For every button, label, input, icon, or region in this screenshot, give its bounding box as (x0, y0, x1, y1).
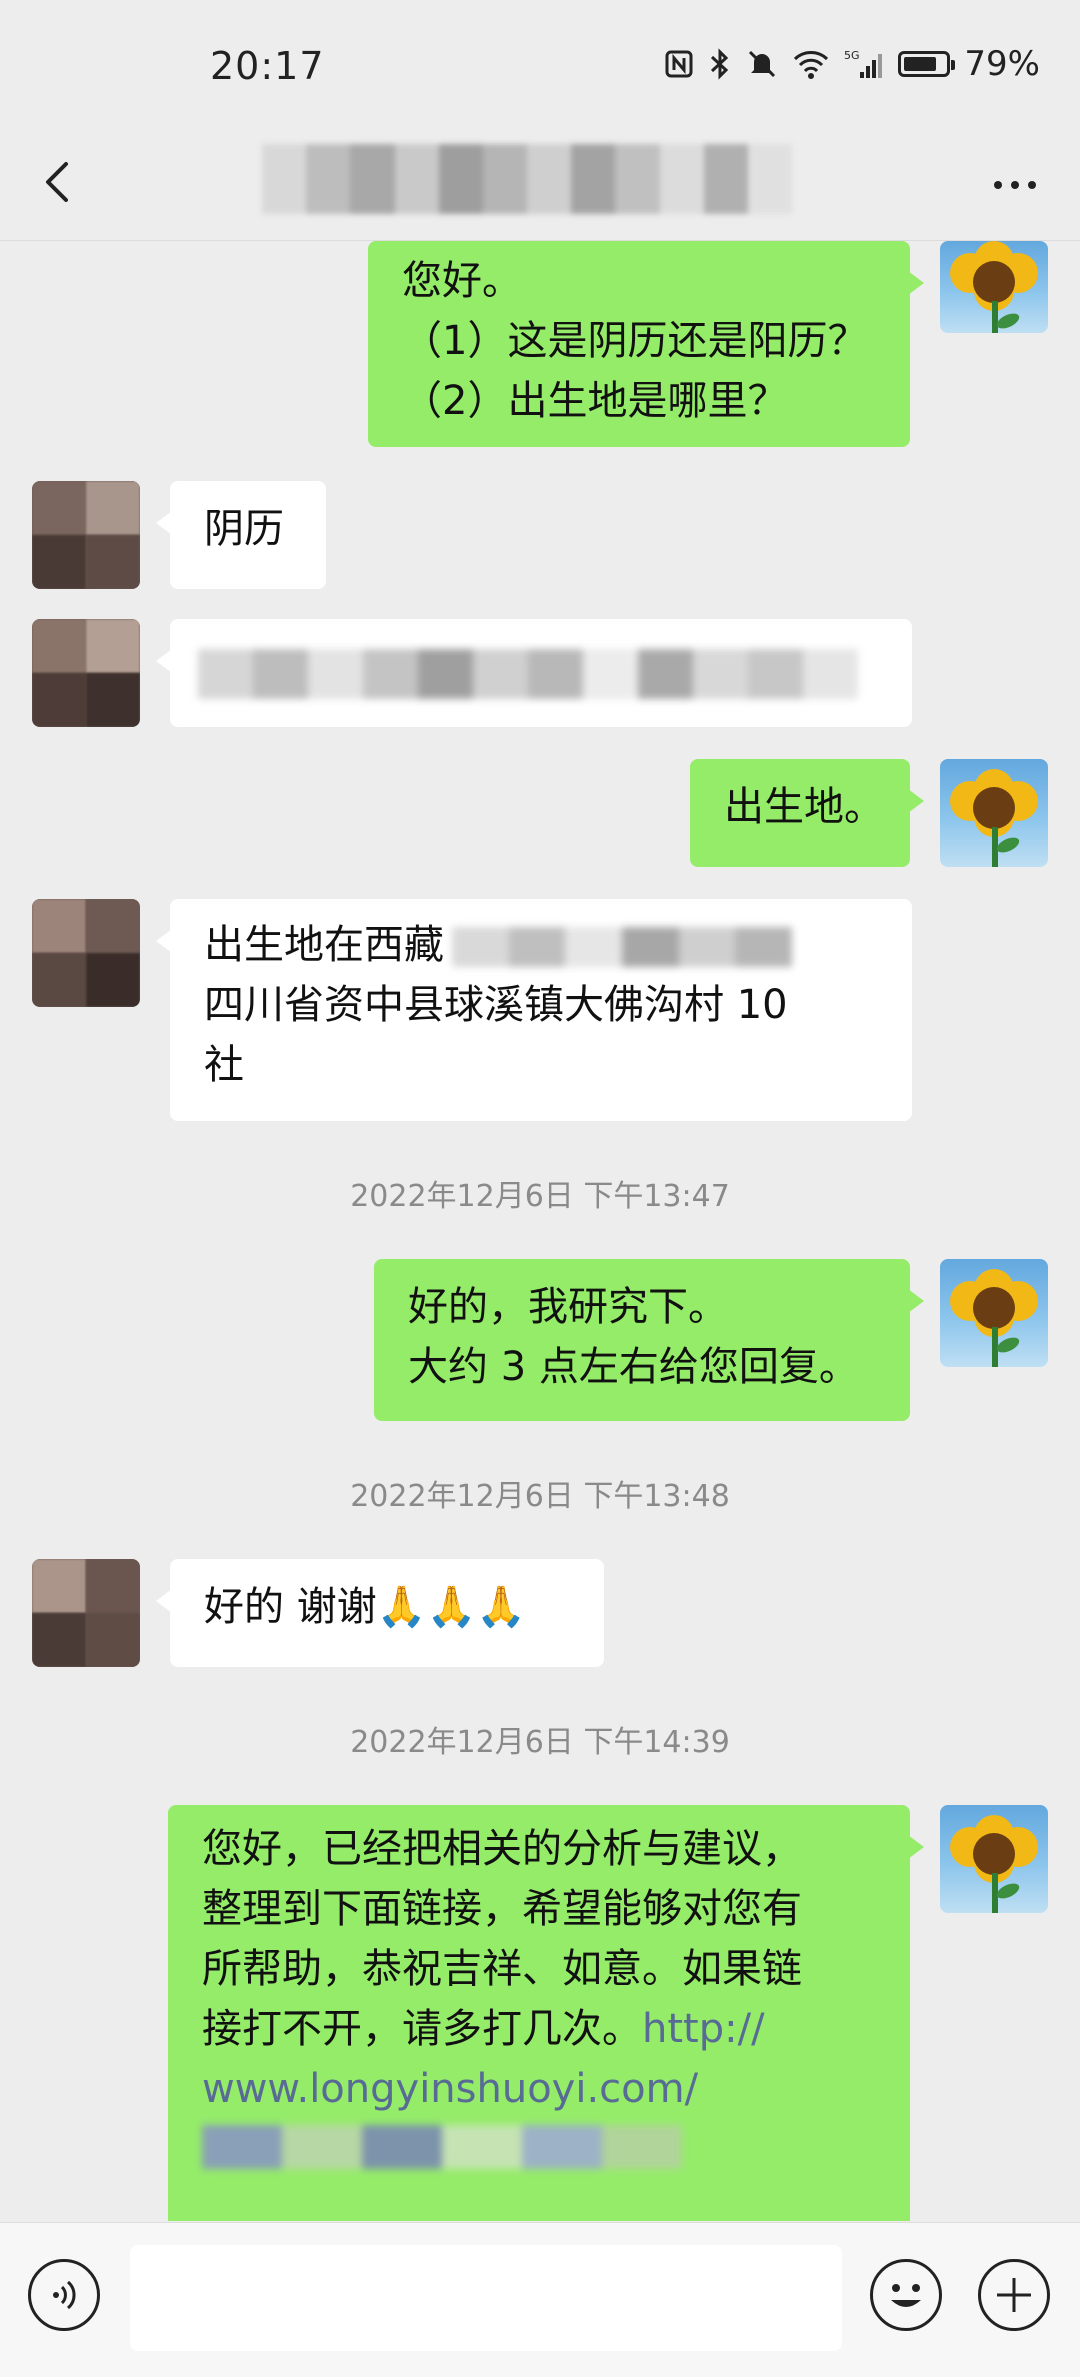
message-text: 整理到下面链接，希望能够对您有 (202, 1886, 802, 1932)
message-bubble-received[interactable]: 阴历 (156, 481, 326, 589)
message-text: 四川省资中县球溪镇大佛沟村 10 (204, 982, 788, 1028)
message-text: 出生地。 (724, 784, 884, 830)
more-button[interactable] (980, 155, 1050, 215)
redacted-text (452, 927, 793, 967)
emoji-icon (891, 2284, 921, 2307)
status-time: 20:17 (210, 44, 325, 88)
emoji-button[interactable] (870, 2259, 942, 2331)
redacted-text (198, 649, 858, 699)
contact-avatar[interactable] (32, 619, 140, 727)
plus-icon (997, 2278, 1031, 2312)
message-text: 您好。 (402, 258, 522, 304)
battery-percent: 79% (964, 44, 1040, 84)
message-text: 接打不开，请多打几次。http:// (202, 2006, 765, 2052)
message-text: 好的，我研究下。 (408, 1284, 728, 1330)
timestamp: 2022年12月6日 下午13:48 (350, 1479, 730, 1514)
redacted-link-text (202, 2125, 682, 2169)
message-bubble-sent[interactable]: 您好。 （1）这是阴历还是阳历？ （2）出生地是哪里？ (368, 241, 924, 447)
my-avatar[interactable] (940, 241, 1048, 333)
my-avatar[interactable] (940, 1259, 1048, 1367)
message-text: 大约 3 点左右给您回复。 (408, 1344, 859, 1390)
battery-icon (898, 51, 956, 77)
mute-icon (746, 48, 778, 80)
message-text: （1）这是阴历还是阳历？ (402, 318, 868, 364)
message-text: 阴历 (204, 506, 284, 552)
chat-title-redacted (262, 144, 793, 214)
message-text: 社 (204, 1042, 244, 1088)
svg-text:5G: 5G (844, 49, 860, 62)
plus-button[interactable] (978, 2259, 1050, 2331)
voice-button[interactable] (28, 2259, 100, 2331)
message-bubble-received-redacted[interactable] (156, 619, 912, 727)
message-text: 所帮助，恭祝吉祥、如意。如果链 (202, 1946, 802, 1992)
wifi-icon (792, 49, 830, 79)
message-bubble-received[interactable]: 出生地在西藏 四川省资中县球溪镇大佛沟村 10 社 (156, 899, 912, 1121)
timestamp: 2022年12月6日 下午14:39 (350, 1725, 730, 1760)
message-text: 您好，已经把相关的分析与建议， (202, 1826, 802, 1872)
my-avatar[interactable] (940, 1805, 1048, 1913)
message-text: 出生地在西藏 (204, 915, 878, 975)
contact-avatar[interactable] (32, 899, 140, 1007)
nfc-icon (664, 49, 694, 79)
message-text: 好的 谢谢🙏🙏🙏 (204, 1584, 527, 1630)
message-link[interactable]: http:// (642, 2006, 765, 2052)
bluetooth-icon (708, 48, 732, 80)
message-list[interactable]: 您好。 （1）这是阴历还是阳历？ （2）出生地是哪里？ 阴历 出生地。 出生地在… (0, 241, 1080, 2221)
message-bubble-sent[interactable]: 您好，已经把相关的分析与建议， 整理到下面链接，希望能够对您有 所帮助，恭祝吉祥… (168, 1805, 924, 2221)
chat-header (0, 130, 1080, 241)
chevron-left-icon (46, 162, 68, 202)
message-text: （2）出生地是哪里？ (402, 378, 788, 424)
message-bubble-received[interactable]: 好的 谢谢🙏🙏🙏 (156, 1559, 604, 1667)
input-bar (0, 2222, 1080, 2377)
voice-icon (53, 2280, 76, 2310)
message-link[interactable]: www.longyinshuoyi.com/ (202, 2059, 876, 2119)
contact-avatar[interactable] (32, 1559, 140, 1667)
message-bubble-sent[interactable]: 好的，我研究下。 大约 3 点左右给您回复。 (374, 1259, 924, 1421)
status-bar: 20:17 5G 79% (0, 0, 1080, 130)
timestamp: 2022年12月6日 下午13:47 (350, 1179, 730, 1214)
status-icons: 5G 79% (664, 44, 1040, 84)
contact-avatar[interactable] (32, 481, 140, 589)
5g-signal-icon: 5G (844, 48, 884, 80)
my-avatar[interactable] (940, 759, 1048, 867)
message-bubble-sent[interactable]: 出生地。 (690, 759, 924, 867)
message-input[interactable] (130, 2245, 842, 2351)
back-button[interactable] (30, 152, 90, 212)
more-dots-icon (994, 181, 1002, 189)
